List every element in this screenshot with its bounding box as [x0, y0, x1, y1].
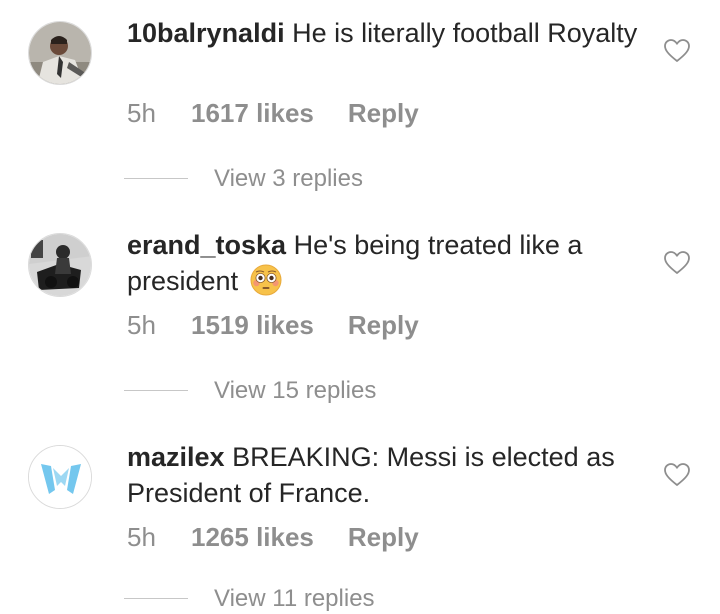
avatar[interactable]: [28, 445, 92, 509]
reply-divider-line: [124, 598, 188, 599]
comment-item: mazilex BREAKING: Messi is elected as Pr…: [0, 0, 720, 612]
messi-logo-avatar-icon: [29, 446, 91, 508]
heart-icon[interactable]: [664, 463, 690, 487]
view-replies-link[interactable]: View 11 replies: [124, 584, 424, 614]
comment-likes[interactable]: 1265 likes: [191, 522, 314, 552]
comment-username[interactable]: mazilex: [127, 442, 225, 472]
comment-meta: 5h 1265 likes Reply: [127, 522, 419, 552]
view-replies-label[interactable]: View 11 replies: [214, 584, 375, 614]
comment-time: 5h: [127, 522, 156, 552]
comment-text: mazilex BREAKING: Messi is elected as Pr…: [127, 439, 647, 511]
reply-button[interactable]: Reply: [348, 522, 419, 552]
